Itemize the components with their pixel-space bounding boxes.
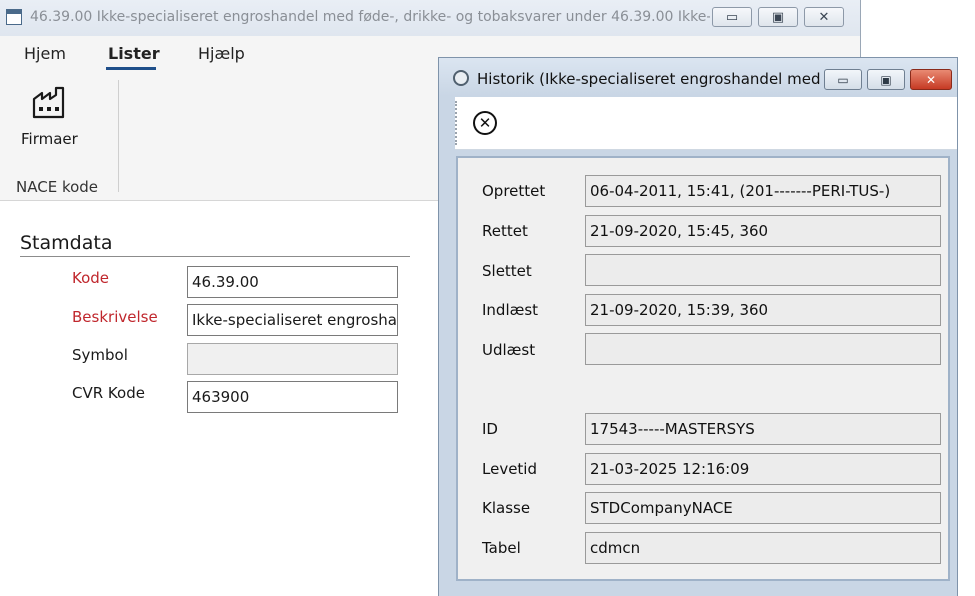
tab-hjem[interactable]: Hjem (24, 44, 66, 63)
indlaest-label: Indlæst (482, 301, 539, 319)
tab-lister[interactable]: Lister (108, 44, 160, 63)
maximize-button[interactable]: ▣ (758, 7, 798, 27)
historik-dialog: Historik (Ikke-specialiseret engroshande… (438, 57, 958, 596)
historik-title: Historik (Ikke-specialiseret engroshande… (477, 70, 822, 88)
oprettet-field[interactable]: 06-04-2011, 15:41, (201-------PERI-TUS-) (585, 175, 941, 207)
levetid-label: Levetid (482, 460, 537, 478)
klasse-label: Klasse (482, 499, 531, 517)
symbol-field[interactable] (187, 343, 398, 375)
historik-minimize-button[interactable]: ▭ (824, 69, 862, 90)
udlaest-label: Udlæst (482, 341, 536, 359)
active-tab-indicator (106, 67, 156, 70)
rettet-label: Rettet (482, 222, 528, 240)
app-window-icon (6, 9, 22, 25)
tabel-label: Tabel (482, 539, 521, 557)
historik-app-icon (453, 70, 469, 86)
cancel-circle-icon[interactable]: ✕ (473, 111, 497, 135)
id-label: ID (482, 420, 498, 438)
slettet-label: Slettet (482, 262, 532, 280)
historik-close-button[interactable]: ✕ (910, 69, 952, 90)
minimize-button[interactable]: ▭ (712, 7, 752, 27)
symbol-label: Symbol (72, 346, 128, 364)
rettet-field[interactable]: 21-09-2020, 15:45, 360 (585, 215, 941, 247)
slettet-field[interactable] (585, 254, 941, 286)
historik-titlebar[interactable]: Historik (Ikke-specialiseret engroshande… (439, 58, 957, 96)
main-window-title: 46.39.00 Ikke-specialiseret engroshandel… (30, 9, 710, 25)
close-button[interactable]: ✕ (804, 7, 844, 27)
beskrivelse-field[interactable]: Ikke-specialiseret engroshandel (187, 304, 398, 336)
indlaest-field[interactable]: 21-09-2020, 15:39, 360 (585, 294, 941, 326)
firmaer-label: Firmaer (21, 130, 78, 148)
ribbon-separator (118, 80, 119, 192)
levetid-field[interactable]: 21-03-2025 12:16:09 (585, 453, 941, 485)
cvr-kode-field[interactable]: 463900 (187, 381, 398, 413)
kode-label: Kode (72, 269, 110, 287)
id-field[interactable]: 17543-----MASTERSYS (585, 413, 941, 445)
historik-toolbar (455, 97, 957, 150)
beskrivelse-label: Beskrivelse (72, 308, 158, 326)
cvr-kode-label: CVR Kode (72, 384, 145, 402)
tab-hjaelp[interactable]: Hjælp (198, 44, 245, 63)
stamdata-heading: Stamdata (20, 232, 113, 254)
historik-maximize-button[interactable]: ▣ (867, 69, 905, 90)
kode-field[interactable]: 46.39.00 (187, 266, 398, 298)
ribbon-group-label: NACE kode (16, 178, 99, 196)
toolbar-grip (455, 101, 459, 145)
klasse-field[interactable]: STDCompanyNACE (585, 492, 941, 524)
udlaest-field[interactable] (585, 333, 941, 365)
stamdata-divider (20, 256, 410, 257)
tabel-field[interactable]: cdmcn (585, 532, 941, 564)
oprettet-label: Oprettet (482, 182, 546, 200)
factory-icon (32, 86, 65, 119)
main-titlebar[interactable]: 46.39.00 Ikke-specialiseret engroshandel… (0, 0, 860, 37)
